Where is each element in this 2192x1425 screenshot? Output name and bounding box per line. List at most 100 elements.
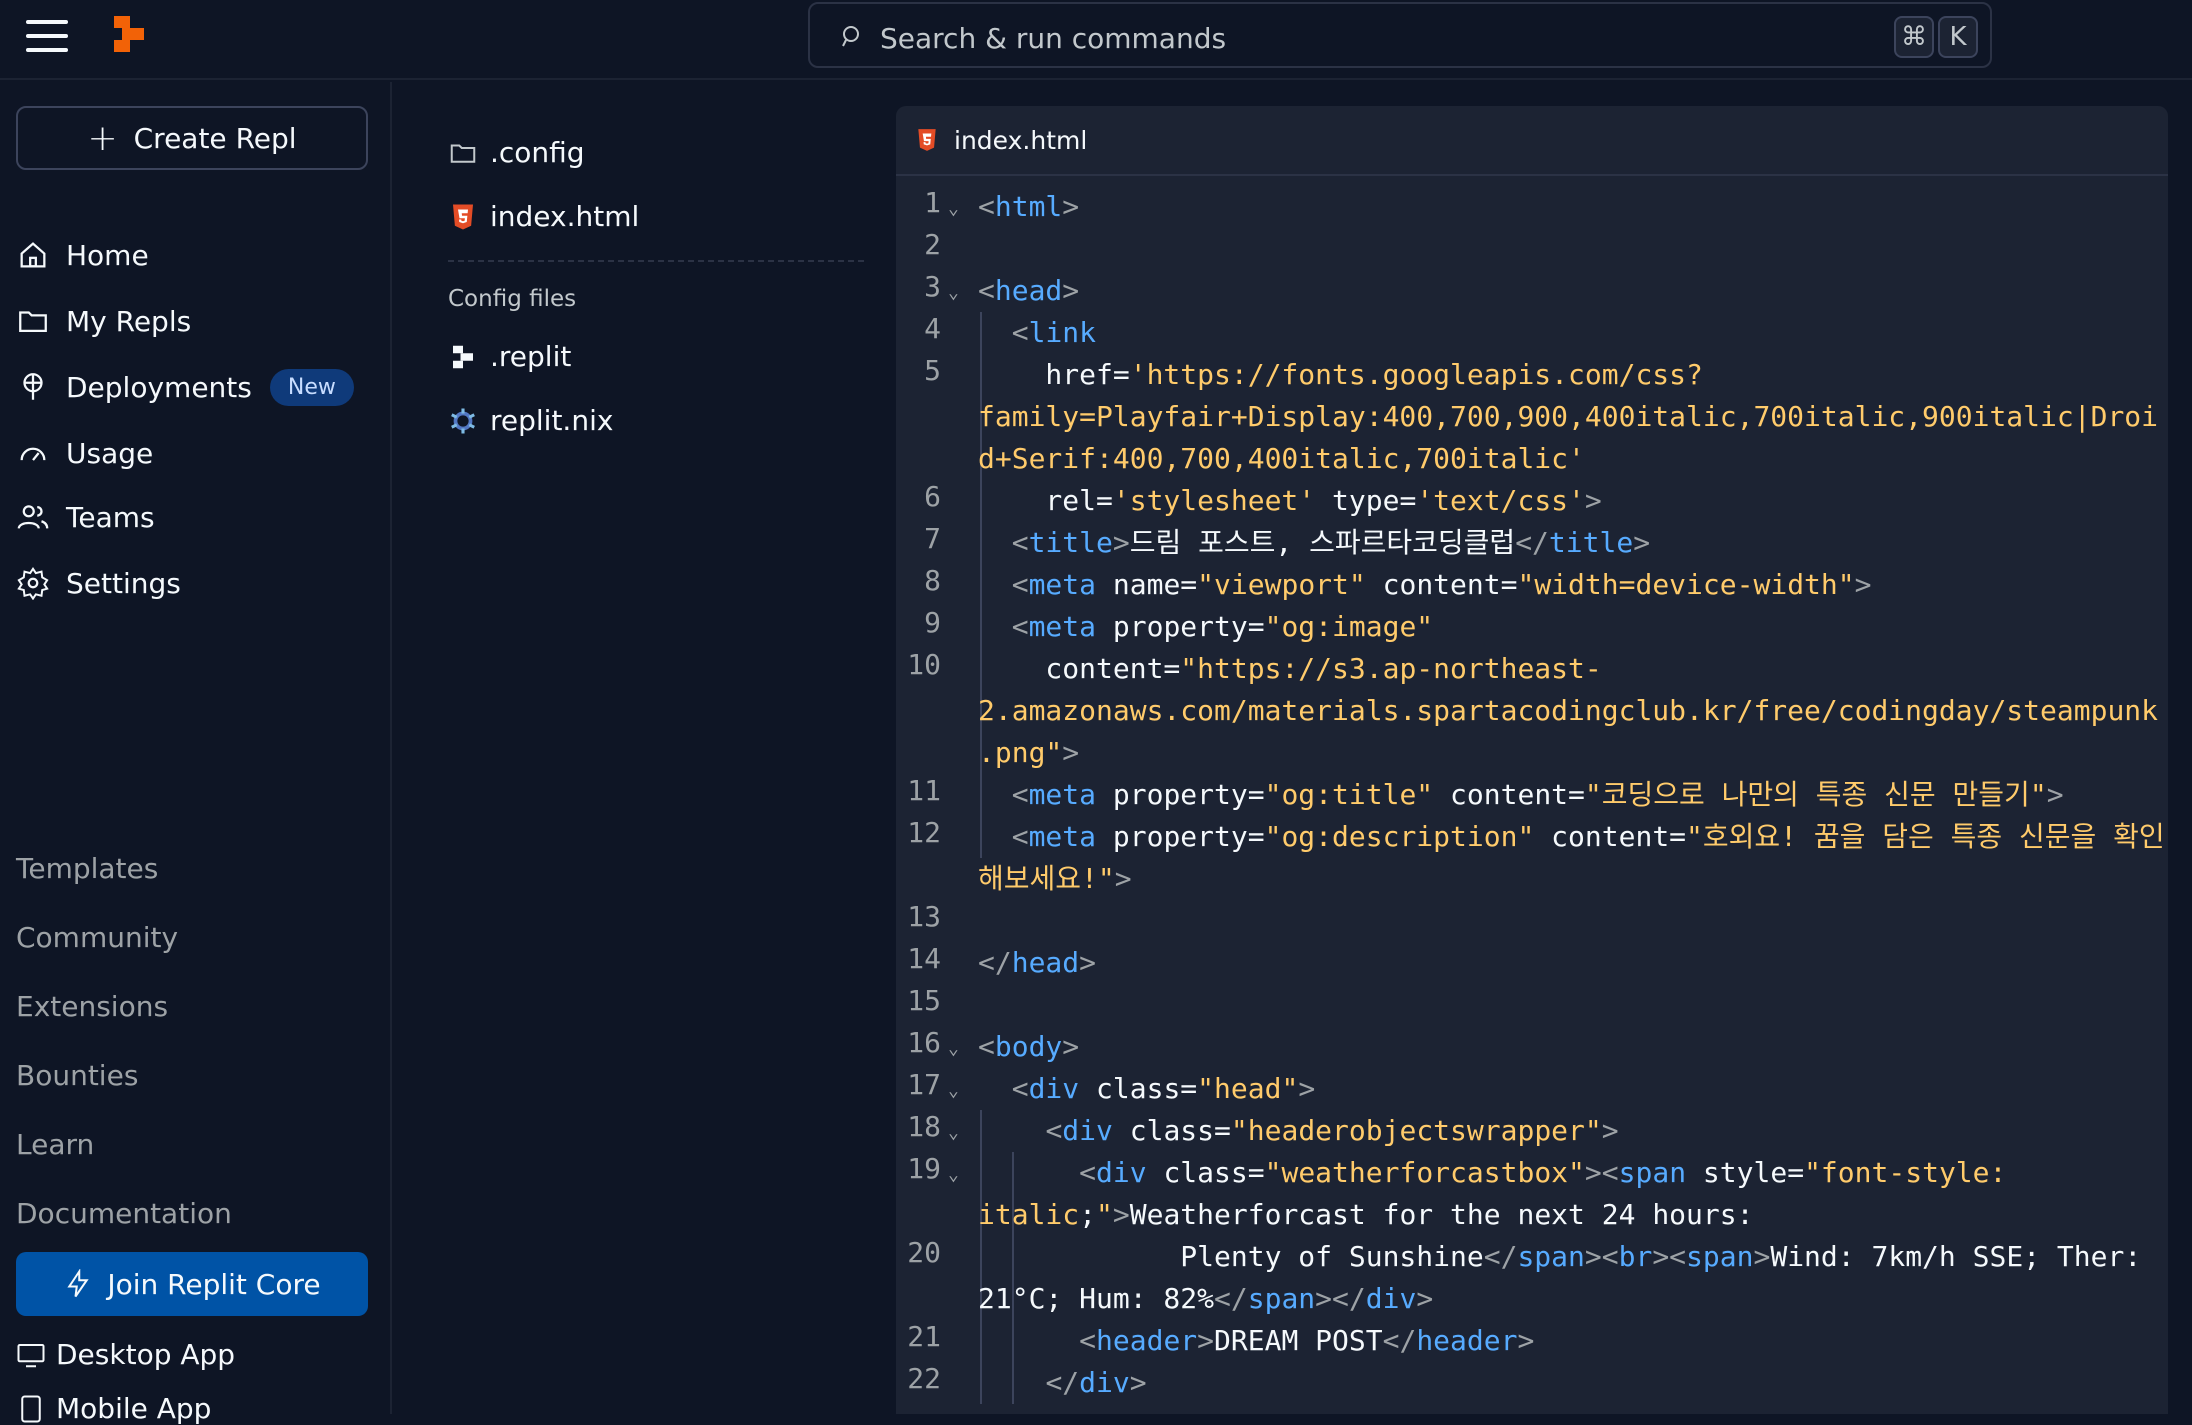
gear-icon — [17, 567, 49, 600]
line-number: 12 — [907, 816, 941, 849]
config-files-label: Config files — [448, 286, 577, 312]
code-line: <div class="weatherforcastbox"><span sty… — [1079, 1156, 2007, 1189]
code-line: <meta property="og:title" content="코딩으로 … — [1011, 778, 2064, 811]
line-number: 19 — [907, 1152, 941, 1185]
fold-chevron-icon[interactable]: ⌄ — [948, 198, 959, 219]
sidebar-documentation[interactable]: Documentation — [16, 1197, 232, 1230]
code-line: content="https://s3.ap-northeast- — [978, 652, 1602, 685]
file-config[interactable]: .config — [448, 136, 585, 169]
fold-chevron-icon[interactable]: ⌄ — [948, 1080, 959, 1101]
editor-tab-index-html[interactable]: index.html — [896, 106, 2168, 176]
search-bar[interactable]: Search & run commands ⌘ K — [808, 2, 1992, 68]
line-number: 6 — [924, 480, 941, 513]
line-number: 10 — [907, 648, 941, 681]
sidebar-community[interactable]: Community — [16, 921, 178, 954]
line-number: 9 — [924, 606, 941, 639]
nav-settings[interactable]: Settings — [16, 556, 368, 610]
line-number: 15 — [907, 984, 941, 1017]
code-line: Plenty of Sunshine</span><br><span>Wind:… — [978, 1240, 2142, 1273]
code-line: <body> — [978, 1030, 1080, 1063]
line-number: 21 — [907, 1320, 941, 1353]
nav-teams[interactable]: Teams — [16, 490, 368, 544]
home-icon — [20, 242, 46, 268]
editor-tab-label: index.html — [954, 125, 1088, 155]
nix-icon — [451, 408, 475, 433]
top-bar: Search & run commands ⌘ K — [0, 0, 2192, 80]
nav-my-repls[interactable]: My Repls — [16, 294, 368, 348]
code-line: <head> — [978, 274, 1080, 307]
line-number: 20 — [907, 1236, 941, 1269]
replit-icon — [453, 345, 473, 368]
tree-divider — [448, 260, 864, 262]
code-line: <div class="headerobjectswrapper"> — [1045, 1114, 1619, 1147]
code-line: <meta property="og:image" — [1011, 610, 1434, 643]
nav-label: Deployments — [66, 370, 252, 404]
line-number: 18 — [907, 1110, 941, 1143]
deployments-icon — [23, 373, 43, 400]
sidebar-templates[interactable]: Templates — [16, 852, 158, 885]
folder-icon — [19, 311, 47, 333]
mobile-app-label: Mobile App — [56, 1392, 212, 1425]
code-line: <meta property="og:description" content=… — [1011, 820, 2165, 853]
line-number: 22 — [907, 1362, 941, 1395]
nav-label: Teams — [66, 500, 155, 534]
file-replit-nix[interactable]: replit.nix — [448, 404, 613, 437]
code-line: href='https://fonts.googleapis.com/css? — [978, 358, 1703, 391]
menu-icon[interactable] — [24, 18, 70, 54]
sidebar-bounties[interactable]: Bounties — [16, 1059, 138, 1092]
plus-icon: + — [87, 117, 118, 159]
code-line: d+Serif:400,700,400italic,700italic' — [978, 442, 1585, 475]
code-line: <div class="head"> — [1011, 1072, 1316, 1105]
mobile-app-link[interactable]: Mobile App — [16, 1392, 211, 1425]
nav-usage[interactable]: Usage — [16, 426, 368, 480]
line-number: 17 — [907, 1068, 941, 1101]
sidebar-learn[interactable]: Learn — [16, 1128, 94, 1161]
create-repl-button[interactable]: + Create Repl — [16, 106, 368, 170]
file-index-html[interactable]: index.html — [448, 200, 639, 233]
fold-chevron-icon[interactable]: ⌄ — [948, 282, 959, 303]
shortcut-cmd-key: ⌘ — [1894, 16, 1934, 58]
sidebar-extensions[interactable]: Extensions — [16, 990, 168, 1023]
code-line: <link — [1011, 316, 1097, 349]
code-line: </div> — [1045, 1366, 1147, 1399]
nav-label: Home — [66, 238, 149, 272]
file-replit[interactable]: .replit — [448, 340, 571, 373]
file-name: .config — [490, 136, 585, 169]
shortcut-k-key: K — [1938, 16, 1978, 58]
join-replit-core-button[interactable]: Join Replit Core — [16, 1252, 368, 1316]
lightning-icon — [67, 1269, 90, 1298]
line-number: 8 — [924, 564, 941, 597]
line-number: 3 — [924, 270, 941, 303]
code-line: </head> — [978, 946, 1097, 979]
nav-deployments[interactable]: Deployments New — [16, 360, 368, 414]
file-tree: .config index.html Config files .replit … — [416, 106, 896, 1414]
code-line: rel='stylesheet' type='text/css'> — [978, 484, 1602, 517]
users-icon — [17, 505, 49, 529]
nav-home[interactable]: Home — [16, 228, 368, 282]
desktop-app-label: Desktop App — [56, 1338, 236, 1371]
monitor-icon — [17, 1343, 45, 1367]
gauge-icon — [20, 447, 46, 461]
code-line: <meta name="viewport" content="width=dev… — [1011, 568, 1872, 601]
code-line: 2.amazonaws.com/materials.spartacodingcl… — [978, 694, 2159, 727]
line-number: 4 — [924, 312, 941, 345]
file-name: .replit — [490, 340, 572, 373]
code-line: <title>드림 포스트, 스파르타코딩클럽</title> — [1011, 526, 1651, 559]
line-number: 11 — [907, 774, 941, 807]
nav-label: Usage — [66, 436, 154, 470]
desktop-app-link[interactable]: Desktop App — [16, 1338, 235, 1371]
fold-chevron-icon[interactable]: ⌄ — [948, 1038, 959, 1059]
file-name: replit.nix — [490, 404, 614, 437]
new-badge: New — [269, 368, 354, 406]
search-placeholder: Search & run commands — [880, 22, 1227, 55]
fold-chevron-icon[interactable]: ⌄ — [948, 1164, 959, 1185]
line-number: 14 — [907, 942, 941, 975]
line-number: 7 — [924, 522, 941, 555]
fold-chevron-icon[interactable]: ⌄ — [948, 1122, 959, 1143]
code-line: <header>DREAM POST</header> — [1079, 1324, 1535, 1357]
html5-icon — [918, 129, 936, 151]
replit-logo[interactable] — [112, 14, 148, 54]
